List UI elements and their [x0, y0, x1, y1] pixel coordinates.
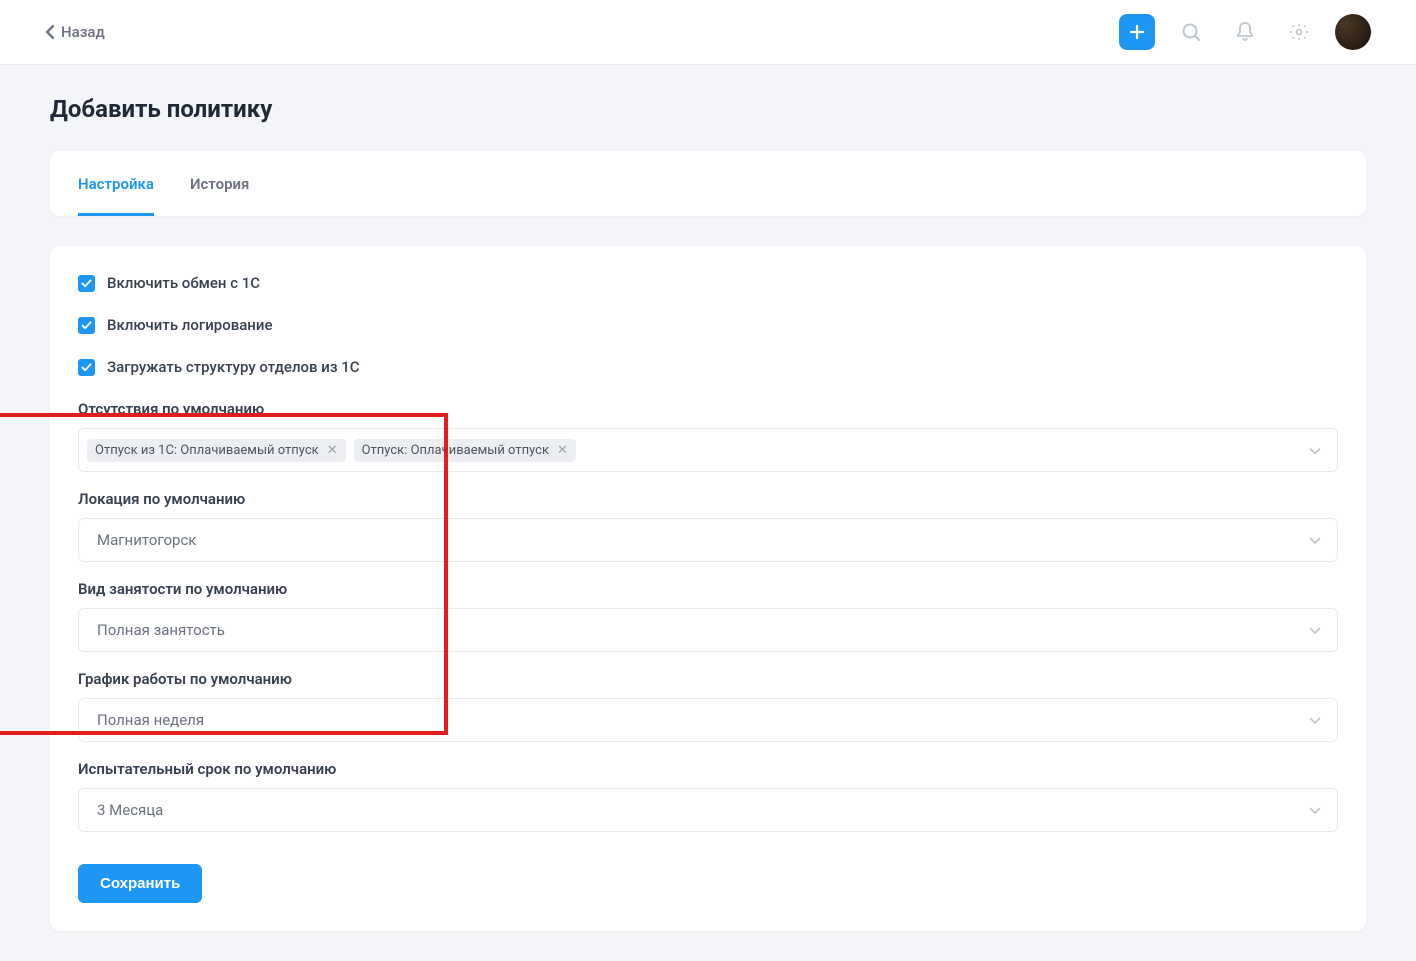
- chevron-down-icon: [1309, 441, 1321, 460]
- probation-value: 3 Месяца: [97, 801, 163, 819]
- employment-value: Полная занятость: [97, 621, 225, 639]
- checkbox-label-exchange: Включить обмен с 1С: [107, 274, 260, 292]
- chevron-down-icon: [1309, 621, 1321, 639]
- schedule-select[interactable]: Полная неделя: [78, 698, 1338, 742]
- bell-icon: [1236, 22, 1254, 42]
- checkbox-label-structure: Загружать структуру отделов из 1С: [107, 358, 360, 376]
- chevron-down-icon: [1309, 531, 1321, 549]
- schedule-value: Полная неделя: [97, 711, 204, 729]
- check-icon: [81, 279, 92, 288]
- search-icon: [1181, 22, 1201, 42]
- check-icon: [81, 321, 92, 330]
- tag-remove-icon[interactable]: ✕: [327, 444, 338, 457]
- page-title: Добавить политику: [50, 95, 1366, 123]
- checkbox-row-logging: Включить логирование: [78, 316, 1338, 334]
- avatar[interactable]: [1335, 14, 1371, 50]
- notifications-button[interactable]: [1227, 14, 1263, 50]
- tag-label: Отпуск: Оплачиваемый отпуск: [362, 443, 549, 458]
- probation-label: Испытательный срок по умолчанию: [78, 760, 1338, 778]
- location-label: Локация по умолчанию: [78, 490, 1338, 508]
- checkbox-logging[interactable]: [78, 317, 95, 334]
- tabs-card: Настройка История: [50, 151, 1366, 216]
- absences-label: Отсутствия по умолчанию: [78, 400, 1338, 418]
- checkbox-row-exchange: Включить обмен с 1С: [78, 274, 1338, 292]
- tab-settings[interactable]: Настройка: [78, 175, 154, 216]
- probation-select[interactable]: 3 Месяца: [78, 788, 1338, 832]
- tag-item: Отпуск: Оплачиваемый отпуск ✕: [354, 439, 576, 462]
- chevron-down-icon: [1309, 801, 1321, 819]
- add-button[interactable]: [1119, 14, 1155, 50]
- employment-label: Вид занятости по умолчанию: [78, 580, 1338, 598]
- checkbox-label-logging: Включить логирование: [107, 316, 272, 334]
- tab-history[interactable]: История: [190, 175, 249, 216]
- plus-icon: [1129, 24, 1145, 40]
- checkbox-exchange-1c[interactable]: [78, 275, 95, 292]
- tag-item: Отпуск из 1С: Оплачиваемый отпуск ✕: [87, 439, 346, 462]
- chevron-left-icon: [45, 25, 55, 39]
- gear-icon: [1289, 22, 1309, 42]
- checkbox-load-structure[interactable]: [78, 359, 95, 376]
- chevron-down-icon: [1309, 711, 1321, 729]
- content: Добавить политику Настройка История Вклю…: [0, 65, 1416, 961]
- back-label: Назад: [61, 23, 105, 41]
- tag-label: Отпуск из 1С: Оплачиваемый отпуск: [95, 443, 319, 458]
- settings-button[interactable]: [1281, 14, 1317, 50]
- absences-select[interactable]: Отпуск из 1С: Оплачиваемый отпуск ✕ Отпу…: [78, 428, 1338, 472]
- check-icon: [81, 363, 92, 372]
- topbar-actions: [1119, 14, 1371, 50]
- tag-remove-icon[interactable]: ✕: [557, 444, 568, 457]
- schedule-label: График работы по умолчанию: [78, 670, 1338, 688]
- back-button[interactable]: Назад: [45, 23, 105, 41]
- tabs: Настройка История: [50, 151, 1366, 216]
- checkbox-row-structure: Загружать структуру отделов из 1С: [78, 358, 1338, 376]
- location-value: Магнитогорск: [97, 531, 196, 549]
- save-button[interactable]: Сохранить: [78, 864, 202, 903]
- location-select[interactable]: Магнитогорск: [78, 518, 1338, 562]
- topbar: Назад: [0, 0, 1416, 65]
- employment-select[interactable]: Полная занятость: [78, 608, 1338, 652]
- form-card: Включить обмен с 1С Включить логирование…: [50, 246, 1366, 931]
- search-button[interactable]: [1173, 14, 1209, 50]
